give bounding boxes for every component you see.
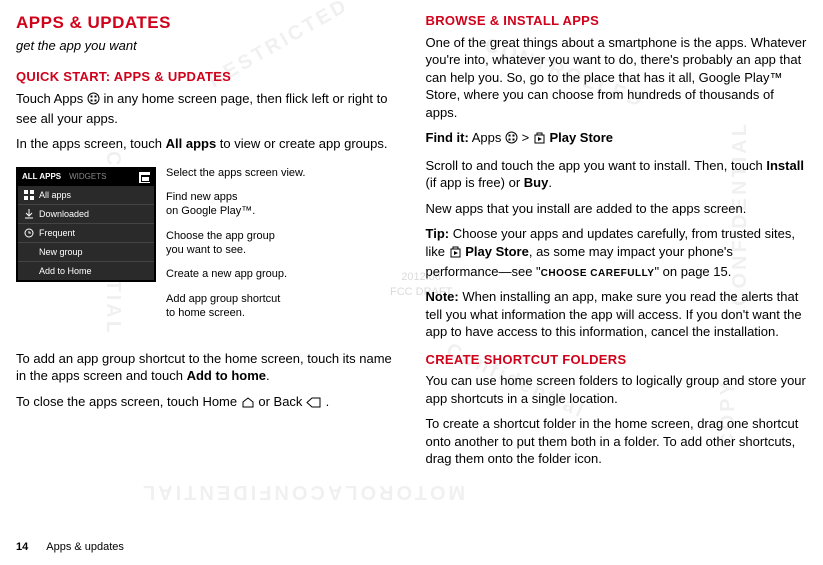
left-column: APPS & UPDATES get the app you want QUIC…: [16, 12, 398, 476]
download-icon: [24, 209, 34, 219]
home-icon: [241, 395, 255, 413]
folders-heading: CREATE SHORTCUT FOLDERS: [426, 351, 808, 369]
callout-choose-group: Choose the app groupyou want to see.: [166, 230, 305, 258]
choose-carefully-link[interactable]: CHOOSE CAREFULLY: [541, 268, 655, 279]
note-paragraph: Note: When installing an app, make sure …: [426, 288, 808, 341]
tab-all-apps: ALL APPS: [22, 172, 61, 183]
store-icon: [139, 172, 150, 183]
callout-select-view: Select the apps screen view.: [166, 167, 305, 181]
browse-heading: BROWSE & INSTALL APPS: [426, 12, 808, 30]
add-shortcut-paragraph: To add an app group shortcut to the home…: [16, 350, 398, 385]
folders-p1: You can use home screen folders to logic…: [426, 372, 808, 407]
menu-row-downloaded: Downloaded: [18, 205, 154, 224]
find-it-line: Find it: Apps > Play Store: [426, 129, 808, 149]
callout-create-group: Create a new app group.: [166, 268, 305, 282]
browse-p2: Scroll to and touch the app you want to …: [426, 157, 808, 192]
browse-p1: One of the great things about a smartpho…: [426, 34, 808, 122]
callout-find-apps: Find new appson Google Play™.: [166, 191, 305, 219]
quickstart-p1: Touch Apps in any home screen page, then…: [16, 90, 398, 127]
menu-row-all-apps: All apps: [18, 186, 154, 205]
footer-section: Apps & updates: [46, 540, 124, 555]
tip-paragraph: Tip: Choose your apps and updates carefu…: [426, 225, 808, 280]
menu-row-frequent: Frequent: [18, 224, 154, 243]
tab-widgets: WIDGETS: [69, 172, 106, 183]
right-column: BROWSE & INSTALL APPS One of the great t…: [426, 12, 808, 476]
page-number: 14: [16, 540, 28, 555]
menu-row-new-group: New group: [18, 243, 154, 262]
page-footer: 14 Apps & updates: [16, 540, 124, 555]
apps-screen-diagram: ALL APPS WIDGETS All apps Downloaded Fre…: [16, 167, 398, 332]
close-apps-paragraph: To close the apps screen, touch Home or …: [16, 393, 398, 413]
folders-p2: To create a shortcut folder in the home …: [426, 415, 808, 468]
menu-row-add-home: Add to Home: [18, 262, 154, 280]
play-store-icon: [449, 245, 462, 263]
apps-circle-icon: [505, 131, 518, 149]
play-store-icon: [533, 131, 546, 149]
page-title: APPS & UPDATES: [16, 12, 398, 35]
apps-circle-icon: [87, 92, 100, 110]
callout-add-shortcut: Add app group shortcutto home screen.: [166, 293, 305, 321]
phone-mockup: ALL APPS WIDGETS All apps Downloaded Fre…: [16, 167, 156, 283]
browse-p3: New apps that you install are added to t…: [426, 200, 808, 218]
back-icon: [306, 395, 322, 413]
clock-icon: [24, 228, 34, 238]
grid-icon: [24, 190, 34, 200]
quickstart-p2: In the apps screen, touch All apps to vi…: [16, 135, 398, 153]
diagram-callouts: Select the apps screen view. Find new ap…: [166, 167, 305, 332]
quickstart-heading: QUICK START: APPS & UPDATES: [16, 68, 398, 86]
page-subtitle: get the app you want: [16, 37, 398, 55]
